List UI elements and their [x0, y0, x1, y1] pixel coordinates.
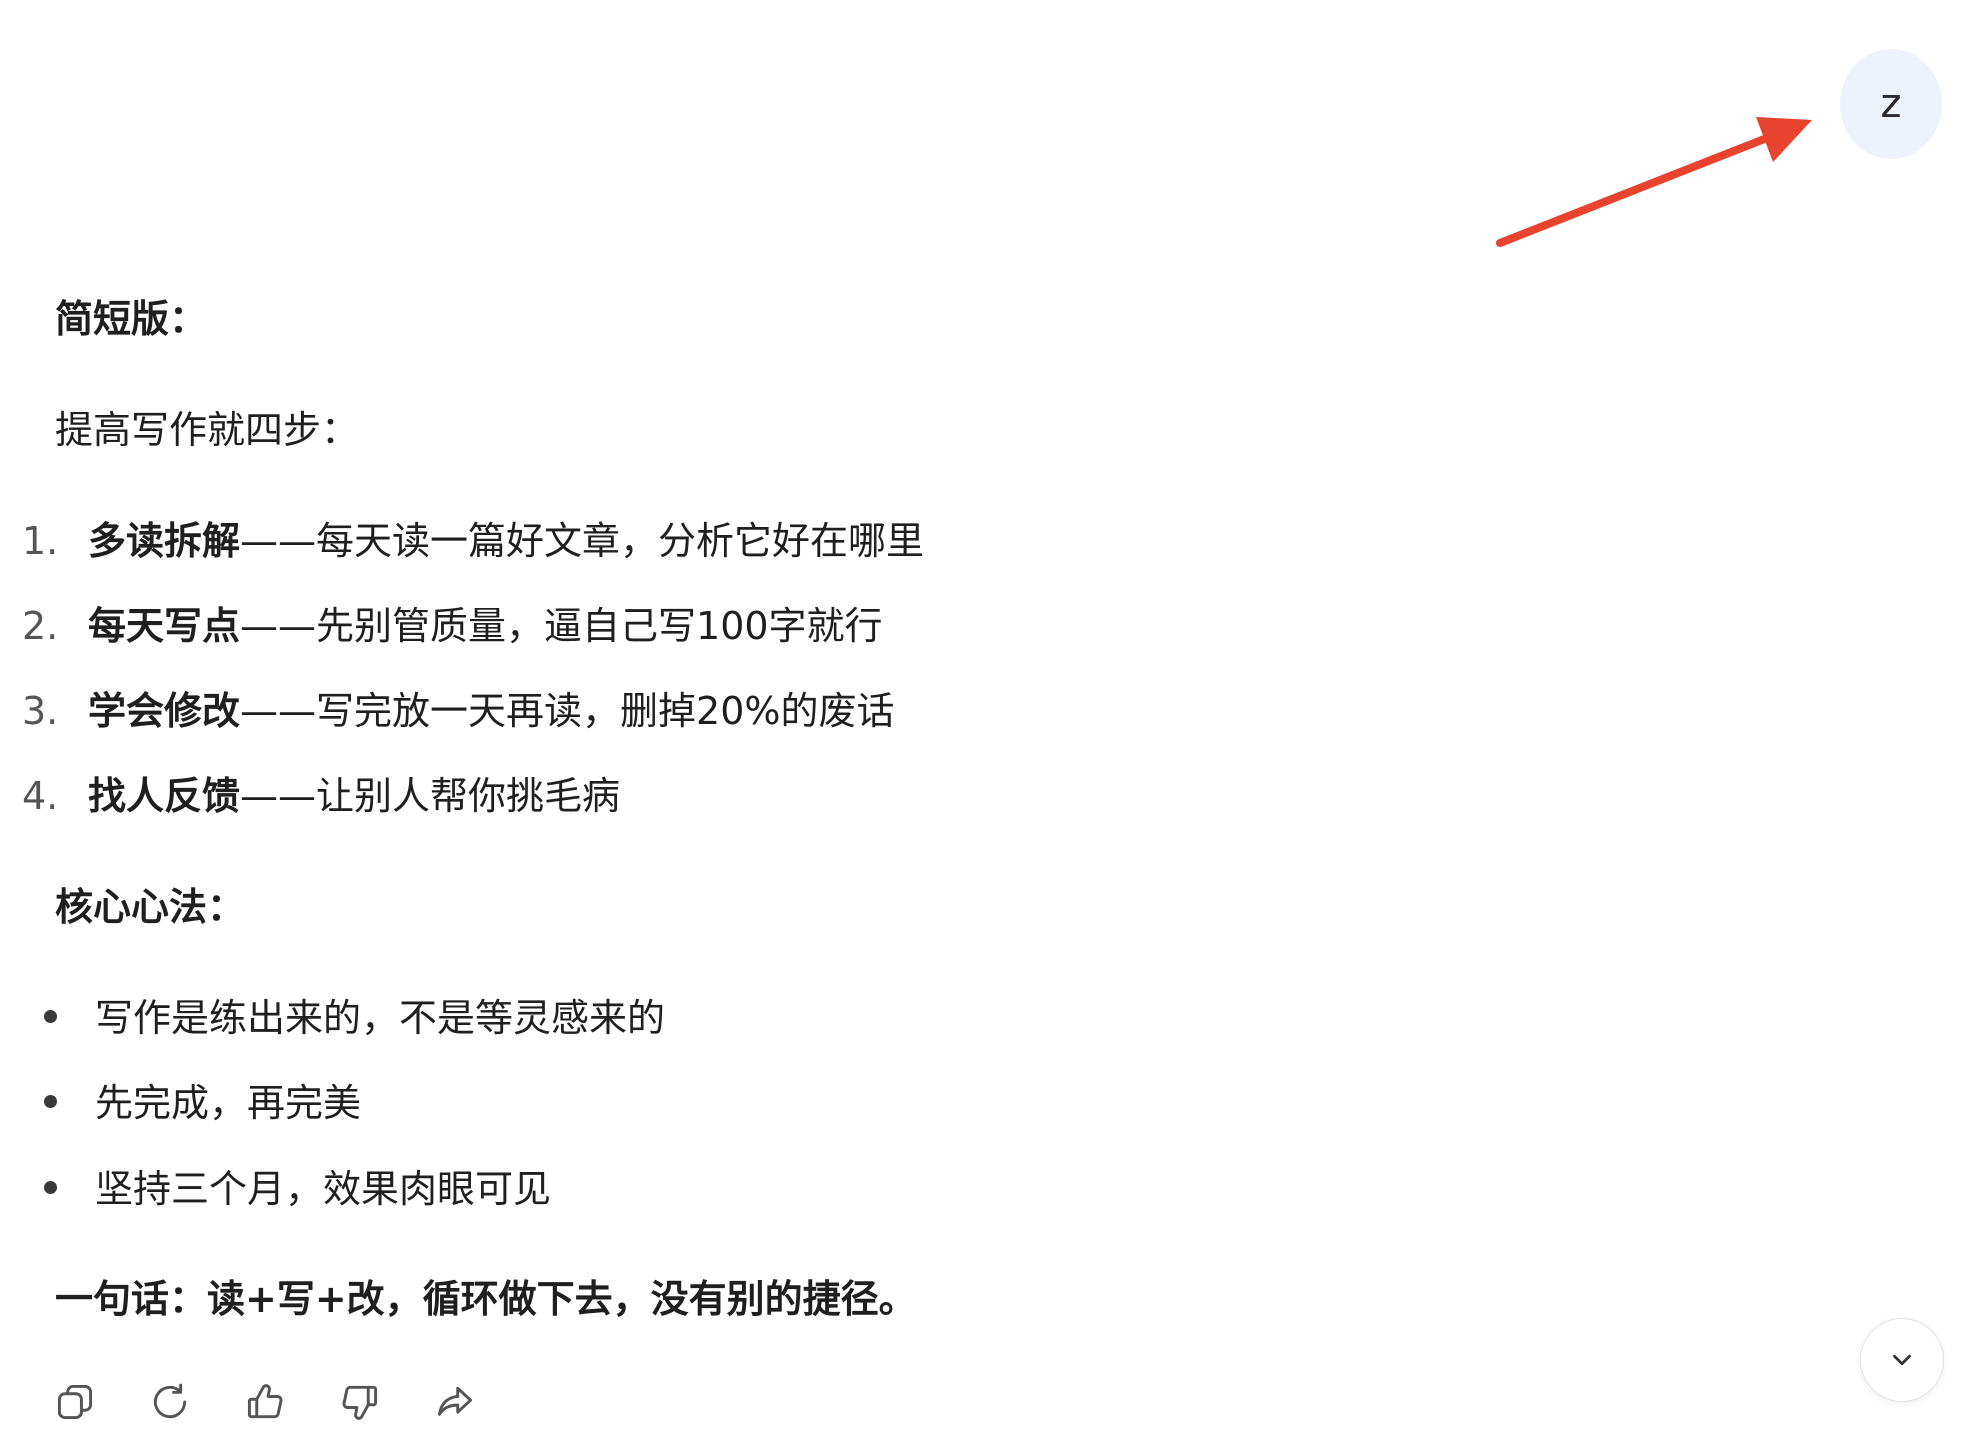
message-action-bar	[50, 1376, 480, 1428]
thumbs-down-icon	[342, 1385, 378, 1420]
step-title: 多读拆解	[88, 519, 241, 563]
copy-icon	[57, 1384, 93, 1420]
step-text: ——每天读一篇好文章，分析它好在哪里	[240, 519, 925, 563]
step-text: ——写完放一天再读，删掉20%的废话	[240, 689, 895, 733]
core-point-text: 坚持三个月，效果肉眼可见	[95, 1167, 552, 1211]
step-text: ——先别管质量，逼自己写100字就行	[240, 604, 883, 648]
step-number: 2.	[22, 604, 59, 648]
avatar-initial: z	[1880, 81, 1902, 127]
regenerate-icon	[153, 1383, 187, 1419]
like-button[interactable]	[240, 1377, 290, 1427]
step-title: 学会修改	[88, 689, 241, 733]
core-point-text: 写作是练出来的，不是等灵感来的	[95, 996, 666, 1040]
step-item: 2. 每天写点——先别管质量，逼自己写100字就行	[22, 607, 883, 645]
step-text: ——让别人帮你挑毛病	[240, 774, 621, 818]
copy-button[interactable]	[50, 1377, 100, 1427]
step-item: 4. 找人反馈——让别人帮你挑毛病	[22, 777, 620, 815]
core-point: 先完成，再完美	[44, 1084, 361, 1122]
thumbs-up-icon	[247, 1384, 283, 1419]
chevron-down-icon	[1893, 1354, 1911, 1366]
summary-text: 一句话：读+写+改，循环做下去，没有别的捷径。	[55, 1277, 917, 1321]
step-number: 1.	[22, 519, 59, 563]
step-item: 3. 学会修改——写完放一天再读，删掉20%的废话	[22, 692, 894, 730]
step-number: 4.	[22, 774, 59, 818]
step-item: 1. 多读拆解——每天读一篇好文章，分析它好在哪里	[22, 522, 924, 560]
user-avatar[interactable]: z	[1840, 49, 1942, 159]
annotation-arrow	[1496, 117, 1812, 247]
bullet	[44, 1010, 57, 1023]
core-point: 写作是练出来的，不是等灵感来的	[44, 999, 665, 1037]
share-icon	[437, 1386, 473, 1416]
step-title: 每天写点	[88, 604, 241, 648]
step-number: 3.	[22, 689, 59, 733]
short-version-heading: 简短版：	[55, 297, 208, 341]
core-point: 坚持三个月，效果肉眼可见	[44, 1170, 551, 1208]
bullet	[44, 1181, 57, 1194]
step-title: 找人反馈	[88, 774, 241, 818]
bullet	[44, 1095, 57, 1108]
intro-text: 提高写作就四步：	[55, 408, 360, 452]
scroll-to-bottom-button[interactable]	[1860, 1318, 1944, 1402]
core-point-text: 先完成，再完美	[95, 1081, 362, 1125]
regenerate-button[interactable]	[145, 1377, 195, 1427]
dislike-button[interactable]	[335, 1377, 385, 1427]
share-button[interactable]	[430, 1377, 480, 1427]
core-heading: 核心心法：	[55, 885, 246, 929]
